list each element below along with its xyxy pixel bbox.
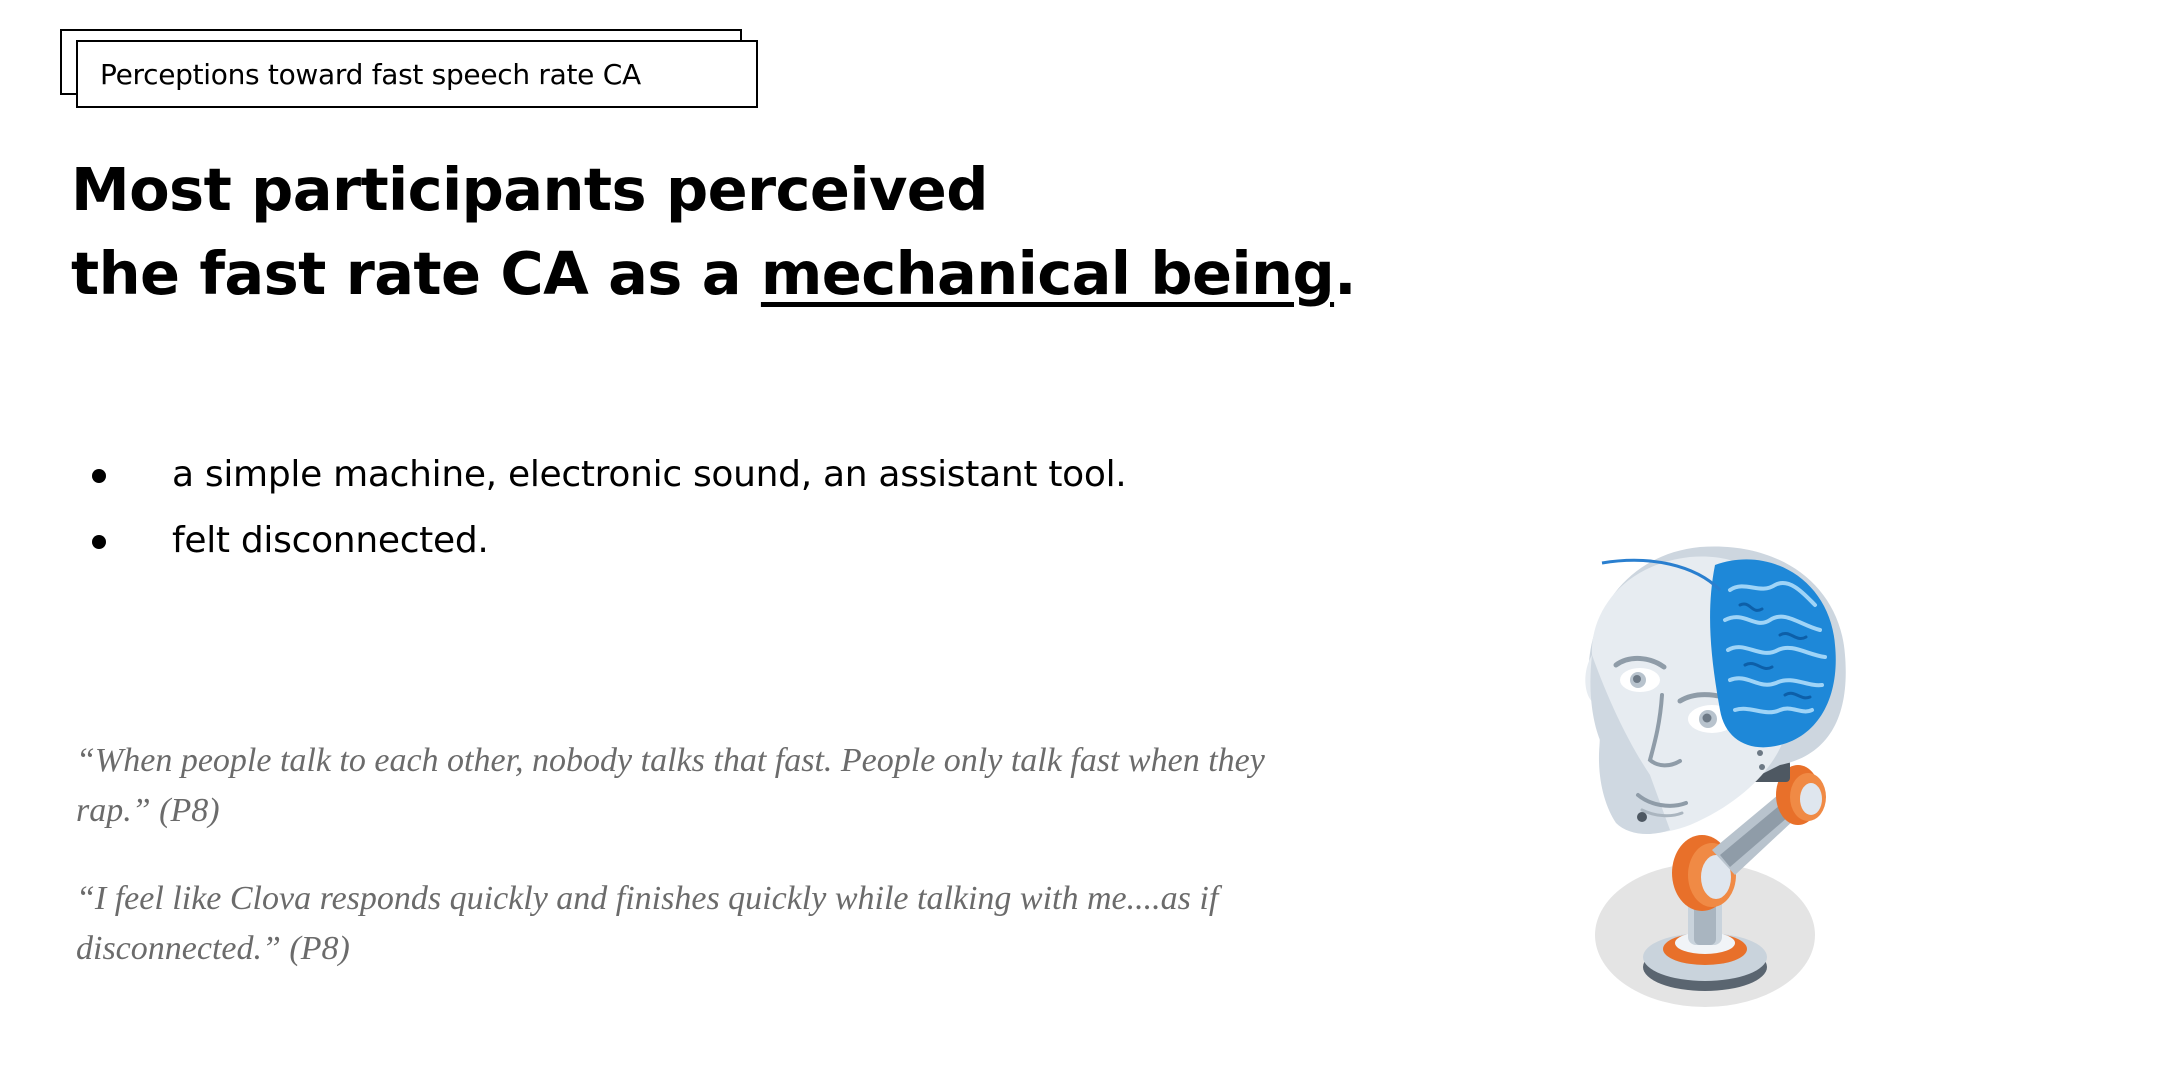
- headline-emphasis: mechanical being: [760, 239, 1335, 308]
- section-tag: Perceptions toward fast speech rate CA: [76, 40, 758, 108]
- headline-line-2-suffix: .: [1334, 239, 1356, 308]
- headline-line-1: Most participants perceived: [71, 155, 988, 224]
- participant-quote-1: “When people talk to each other, nobody …: [76, 742, 1265, 829]
- bullet-dot-icon: [92, 535, 106, 549]
- slide-headline: Most participants perceived the fast rat…: [71, 148, 1371, 316]
- headline-line-2: the fast rate CA as a mechanical being.: [71, 232, 1371, 316]
- bullet-list: a simple machine, electronic sound, an a…: [88, 447, 1127, 579]
- participant-quote-2: “I feel like Clova responds quickly and …: [76, 880, 1219, 967]
- section-tag-label: Perceptions toward fast speech rate CA: [100, 57, 641, 91]
- bullet-item: a simple machine, electronic sound, an a…: [88, 447, 1127, 513]
- robot-head-brain-illustration: [1585, 546, 1846, 1007]
- bullet-dot-icon: [92, 469, 106, 483]
- bullet-text: felt disconnected.: [172, 520, 489, 561]
- headline-line-2-prefix: the fast rate CA as a: [71, 239, 761, 308]
- bullet-item: felt disconnected.: [88, 513, 1126, 579]
- bullet-text: a simple machine, electronic sound, an a…: [172, 454, 1127, 495]
